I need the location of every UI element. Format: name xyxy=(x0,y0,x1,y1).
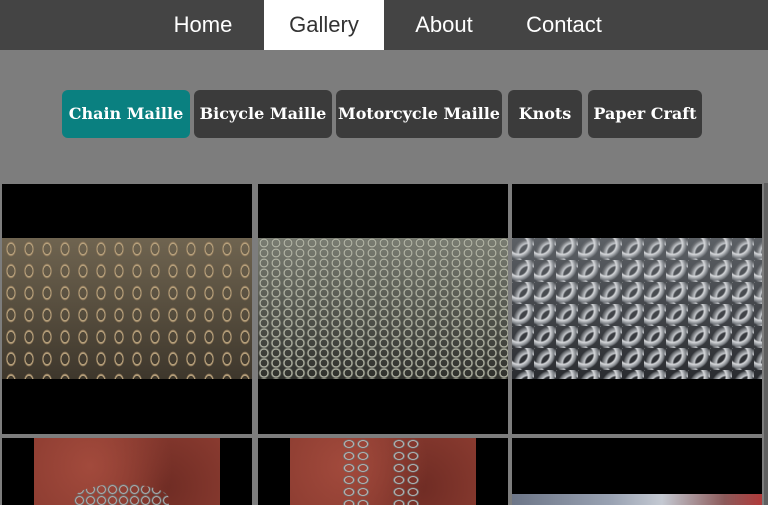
rosette-rings xyxy=(74,484,169,505)
chain-maille-photo xyxy=(512,238,762,379)
gallery-thumb-4[interactable] xyxy=(2,438,252,505)
chain-maille-photo xyxy=(2,238,252,379)
chain-strand xyxy=(392,438,420,505)
chain-maille-photo xyxy=(258,238,508,379)
filter-motorcycle-maille-button[interactable]: Motorcycle Maille xyxy=(336,90,502,138)
gallery-thumb-1[interactable] xyxy=(2,184,252,434)
gallery-thumb-2[interactable] xyxy=(258,184,508,434)
filter-paper-craft-button[interactable]: Paper Craft xyxy=(588,90,702,138)
top-navigation: Home Gallery About Contact xyxy=(0,0,768,50)
chain-maille-photo xyxy=(34,438,220,505)
filter-bicycle-maille-button[interactable]: Bicycle Maille xyxy=(194,90,332,138)
nav-contact[interactable]: Contact xyxy=(504,0,624,50)
gallery-grid xyxy=(0,183,768,505)
chain-maille-photo xyxy=(290,438,476,505)
nav-home[interactable]: Home xyxy=(142,0,264,50)
filter-chain-maille-button[interactable]: Chain Maille xyxy=(62,90,190,138)
chain-maille-photo xyxy=(512,494,762,505)
nav-about[interactable]: About xyxy=(384,0,504,50)
gallery-thumb-5[interactable] xyxy=(258,438,508,505)
nav-gallery[interactable]: Gallery xyxy=(264,0,384,50)
filter-knots-button[interactable]: Knots xyxy=(508,90,582,138)
page-scrollbar[interactable] xyxy=(764,183,768,505)
gallery-thumb-6[interactable] xyxy=(512,438,762,505)
gallery-thumb-3[interactable] xyxy=(512,184,762,434)
chain-strand xyxy=(342,438,370,505)
